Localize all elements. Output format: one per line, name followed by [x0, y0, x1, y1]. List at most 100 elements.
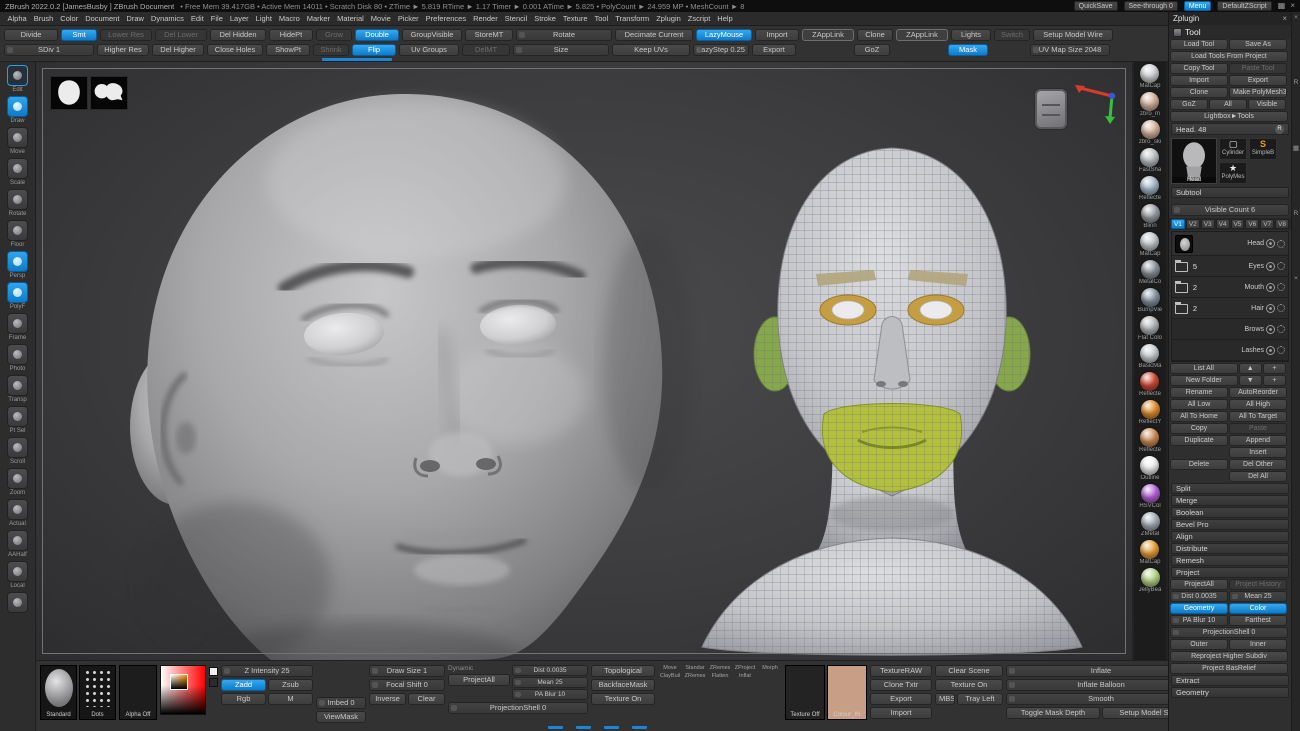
visibility-eye-icon[interactable]	[1266, 325, 1275, 334]
subtool-gear-icon[interactable]	[1277, 283, 1285, 291]
shelf-button[interactable]: GoZ	[854, 44, 890, 56]
quicksave-button[interactable]: QuickSave	[1074, 1, 1118, 11]
restore-badge[interactable]: R	[1275, 125, 1284, 134]
tool-palette-button[interactable]: Save As	[1229, 39, 1287, 50]
menu-item[interactable]: Draw	[123, 12, 148, 26]
texture-thumbnail[interactable]: Texture Off	[785, 665, 825, 720]
shelf-button[interactable]: Flip	[352, 44, 396, 56]
reference-thumbnail[interactable]	[50, 76, 88, 110]
tool-palette-button[interactable]: Lightbox►Tools	[1170, 111, 1288, 122]
subtool-view-tab[interactable]: V2	[1186, 219, 1200, 229]
projection-value-slider[interactable]: Dist 0.0035	[512, 665, 588, 676]
projection-option-button[interactable]: BackfaceMask	[591, 679, 655, 691]
default-zscript-button[interactable]: DefaultZScript	[1217, 1, 1271, 11]
texture-button[interactable]: TextureRAW	[870, 665, 932, 677]
shelf-button[interactable]: Del Higher	[152, 44, 204, 56]
material-item[interactable]: zbro_m	[1140, 92, 1160, 118]
shelf-button[interactable]: Divide	[4, 29, 58, 41]
draw-slider[interactable]: Draw Size 1	[369, 665, 445, 677]
menu-item[interactable]: Render	[470, 12, 502, 26]
project-button[interactable]: Farthest	[1229, 615, 1287, 626]
subtool-button[interactable]: Insert	[1229, 447, 1287, 458]
project-button[interactable]: Project BasRelief	[1170, 663, 1288, 674]
subtool-button[interactable]: Append	[1229, 435, 1287, 446]
project-button[interactable]: Reproject Higher Subdiv	[1170, 651, 1288, 662]
brush-preset[interactable]: ClayBuil	[658, 673, 682, 680]
subtool-button[interactable]: All High	[1229, 399, 1287, 410]
scroll-button[interactable]: Scroll	[2, 437, 34, 466]
subtool-gear-icon[interactable]	[1277, 262, 1285, 270]
material-item[interactable]: FastSha	[1139, 148, 1161, 174]
menu-item[interactable]: Stroke	[531, 12, 560, 26]
local-symmetry-button[interactable]: Local	[2, 561, 34, 590]
projection-option-button[interactable]: Topological	[591, 665, 655, 677]
material-item[interactable]: Reflecte	[1139, 428, 1161, 454]
shelf-button[interactable]: Setup Model Wire	[1033, 29, 1113, 41]
subtool-view-tab[interactable]: V5	[1231, 219, 1245, 229]
color-swatch[interactable]	[209, 678, 218, 687]
material-item[interactable]: Blinn	[1141, 204, 1160, 230]
restore-icon[interactable]: R	[1294, 79, 1299, 86]
material-item[interactable]: BumpVie	[1138, 288, 1162, 314]
shelf-button[interactable]: ShowPt	[266, 44, 310, 56]
tray-left-button[interactable]: Tray Left	[957, 693, 1003, 705]
close-icon[interactable]: ×	[1294, 14, 1298, 21]
shelf-button[interactable]: Lower Res	[100, 29, 152, 41]
scale-tool-button[interactable]: Scale	[2, 158, 34, 187]
projection-shell-slider[interactable]: ProjectionShell 0	[448, 702, 588, 714]
project-all-button[interactable]: ProjectAll	[448, 674, 510, 686]
subtool-header[interactable]: Subtool	[1171, 187, 1289, 198]
visibility-eye-icon[interactable]	[1266, 304, 1275, 313]
material-item[interactable]: ZMetal	[1141, 512, 1160, 538]
timeline-tick[interactable]	[604, 726, 619, 729]
menu-item[interactable]: Brush	[30, 12, 57, 26]
tool-thumbnail[interactable]: S SimpleB	[1249, 138, 1277, 160]
project-button[interactable]: ProjectionShell 0	[1170, 627, 1288, 638]
polyframe-button[interactable]: PolyF	[2, 282, 34, 311]
shelf-button[interactable]: SDiv 1	[4, 44, 94, 56]
subtool-button[interactable]: All Low	[1170, 399, 1228, 410]
subtool-view-tab[interactable]: V1	[1171, 219, 1185, 229]
shelf-button[interactable]: Uv Groups	[399, 44, 459, 56]
active-tool-row[interactable]: Head. 48 R	[1171, 123, 1289, 135]
shelf-button[interactable]: Shrink	[313, 44, 349, 56]
tool-palette-button[interactable]: Load Tool	[1170, 39, 1228, 50]
subtool-row[interactable]: 5 Eyes	[1172, 256, 1288, 277]
menu-item[interactable]: Alpha	[4, 12, 30, 26]
transparency-button[interactable]: Transp	[2, 375, 34, 404]
move-tool-button[interactable]: Move	[2, 127, 34, 156]
subtool-view-tab[interactable]: V3	[1201, 219, 1215, 229]
timeline-tick[interactable]	[548, 726, 563, 729]
material-item[interactable]: HSVCol	[1139, 484, 1160, 510]
brush-preset[interactable]: Morph	[758, 665, 782, 672]
photo-button[interactable]: Photo	[2, 344, 34, 373]
visibility-eye-icon[interactable]	[1266, 346, 1275, 355]
setup-model-side-button[interactable]: Setup Model Side	[1102, 707, 1168, 719]
mbs-button[interactable]: MBS	[935, 693, 955, 705]
embed-control[interactable]: Imbed 0	[316, 697, 366, 709]
shelf-button[interactable]: Import	[755, 29, 799, 41]
toggle-mask-depth-button[interactable]: Toggle Mask Depth	[1006, 707, 1100, 719]
subtool-view-tab[interactable]: V8	[1275, 219, 1289, 229]
project-button[interactable]: Mean 25	[1229, 591, 1287, 602]
tool-palette-button[interactable]: Clone	[1170, 87, 1228, 98]
projection-value-slider[interactable]: PA Blur 10	[512, 689, 588, 700]
shelf-button[interactable]: ZAppLink	[802, 29, 854, 41]
deformation-slider[interactable]: Inflate	[1006, 665, 1168, 677]
shelf-button[interactable]: Size	[513, 44, 609, 56]
subtool-row[interactable]: Brows	[1172, 319, 1288, 340]
shelf-button[interactable]: Lights	[951, 29, 991, 41]
material-item[interactable]: Reflecte	[1139, 372, 1161, 398]
menu-item[interactable]: Macro	[275, 12, 303, 26]
project-button[interactable]: PA Blur 10	[1170, 615, 1228, 626]
brush-preset[interactable]: ZRemes	[708, 665, 732, 672]
menu-item[interactable]: Zplugin	[653, 12, 685, 26]
menu-item[interactable]: Preferences	[422, 12, 469, 26]
visible-count-slider[interactable]: Visible Count 6	[1171, 204, 1289, 216]
subpalette-header[interactable]: Distribute	[1171, 543, 1289, 554]
visibility-eye-icon[interactable]	[1266, 239, 1275, 248]
shelf-button[interactable]: Grow	[316, 29, 352, 41]
current-tool-thumbnail[interactable]: Head	[1171, 138, 1217, 184]
projection-option-button[interactable]: Texture On	[591, 693, 655, 705]
shelf-button[interactable]: Close Holes	[207, 44, 263, 56]
